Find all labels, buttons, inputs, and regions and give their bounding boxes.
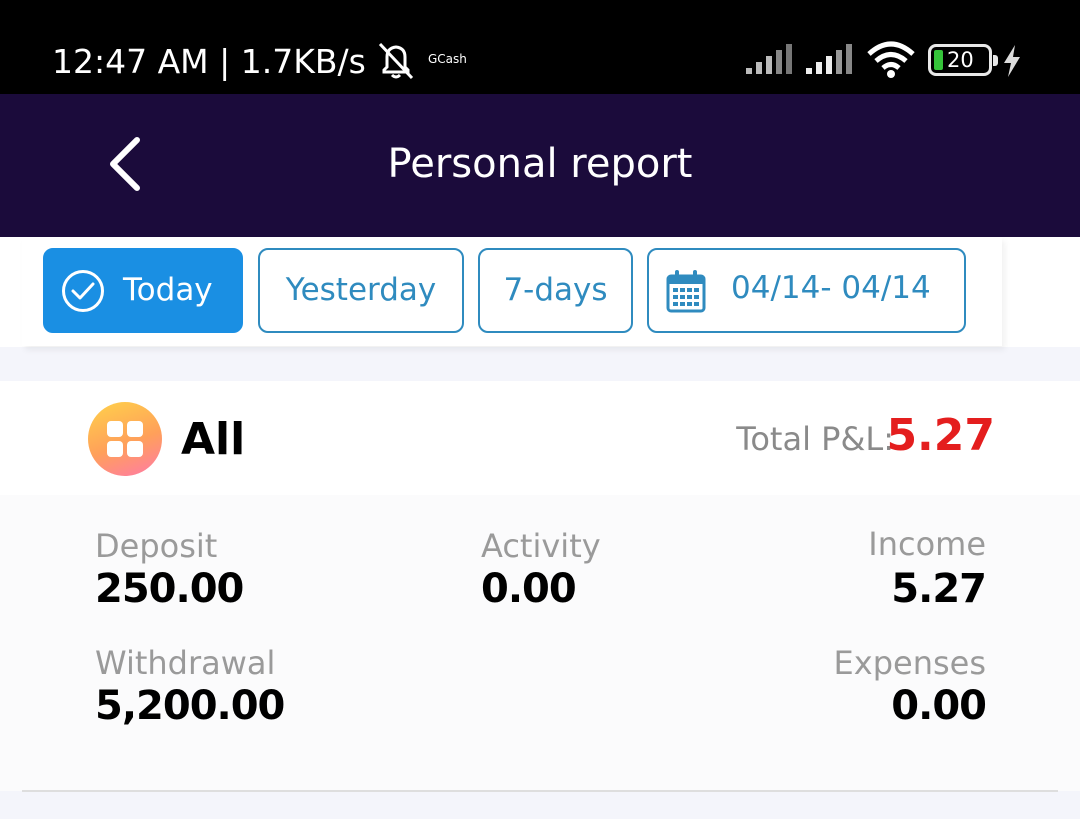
signal-icon xyxy=(746,44,792,74)
wifi-icon xyxy=(867,41,915,78)
expenses-value: 0.00 xyxy=(891,683,987,729)
category-label: All xyxy=(181,414,246,465)
signal-icon xyxy=(806,44,852,74)
filter-today-label: Today xyxy=(123,272,213,308)
income-label: Income xyxy=(868,525,986,563)
battery-level: 20 xyxy=(947,48,974,72)
page-title: Personal report xyxy=(387,141,693,187)
deposit-label: Deposit xyxy=(95,527,218,565)
activity-value: 0.00 xyxy=(481,566,577,612)
all-category-icon xyxy=(88,402,162,476)
activity-label: Activity xyxy=(481,527,601,565)
gcash-badge: GCash xyxy=(428,52,467,66)
total-pnl-label: Total P&L: xyxy=(736,420,894,458)
date-range-label: 04/14- 04/14 xyxy=(731,270,931,306)
mute-bell-icon xyxy=(378,42,414,80)
withdrawal-label: Withdrawal xyxy=(95,644,276,682)
calendar-icon xyxy=(666,270,706,313)
battery-icon: 20 xyxy=(928,44,998,76)
filter-today-button[interactable]: Today xyxy=(43,248,243,333)
total-pnl-value: 5.27 xyxy=(886,410,995,461)
expenses-label: Expenses xyxy=(833,644,986,682)
deposit-value: 250.00 xyxy=(95,566,244,612)
check-circle-icon xyxy=(62,270,104,312)
date-range-button[interactable]: 04/14- 04/14 xyxy=(647,248,966,333)
withdrawal-value: 5,200.00 xyxy=(95,683,285,729)
status-time: 12:47 AM | 1.7KB/s xyxy=(52,42,366,81)
income-value: 5.27 xyxy=(891,566,987,612)
filter-yesterday-button[interactable]: Yesterday xyxy=(258,248,464,333)
divider xyxy=(22,790,1058,792)
charging-icon xyxy=(1004,45,1020,77)
filter-7days-button[interactable]: 7-days xyxy=(478,248,633,333)
